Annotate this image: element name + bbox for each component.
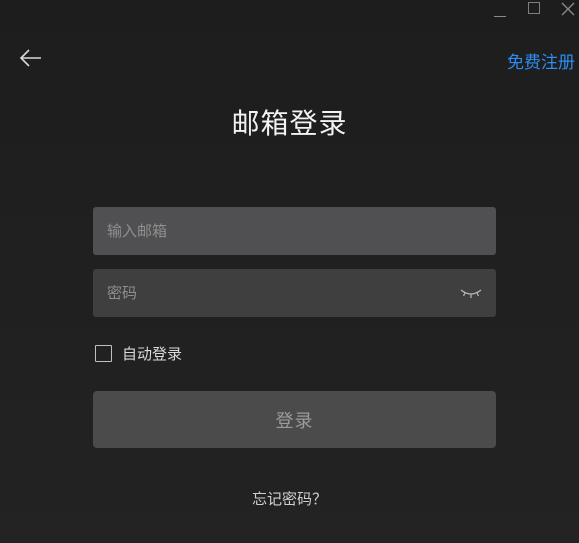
auto-login-checkbox[interactable] (95, 345, 112, 362)
close-button[interactable] (556, 0, 579, 22)
password-field[interactable] (93, 269, 496, 317)
password-input[interactable] (107, 284, 460, 302)
close-icon (561, 2, 575, 16)
forgot-password-link[interactable]: 忘记密码？ (0, 488, 579, 509)
login-button[interactable]: 登录 (93, 391, 496, 448)
login-window: 免费注册 邮箱登录 自动登录 登录 忘记密码？ (0, 0, 579, 543)
register-link[interactable]: 免费注册 (507, 48, 575, 73)
arrow-left-icon (19, 49, 41, 67)
back-button[interactable] (18, 46, 44, 70)
email-field[interactable] (93, 207, 496, 255)
eye-closed-icon[interactable] (460, 287, 482, 299)
auto-login-label: 自动登录 (122, 345, 183, 363)
email-input[interactable] (107, 222, 482, 240)
maximize-button[interactable] (522, 0, 546, 22)
page-title: 邮箱登录 (231, 107, 348, 140)
auto-login-option[interactable]: 自动登录 (95, 343, 182, 364)
minimize-button[interactable] (488, 0, 512, 22)
